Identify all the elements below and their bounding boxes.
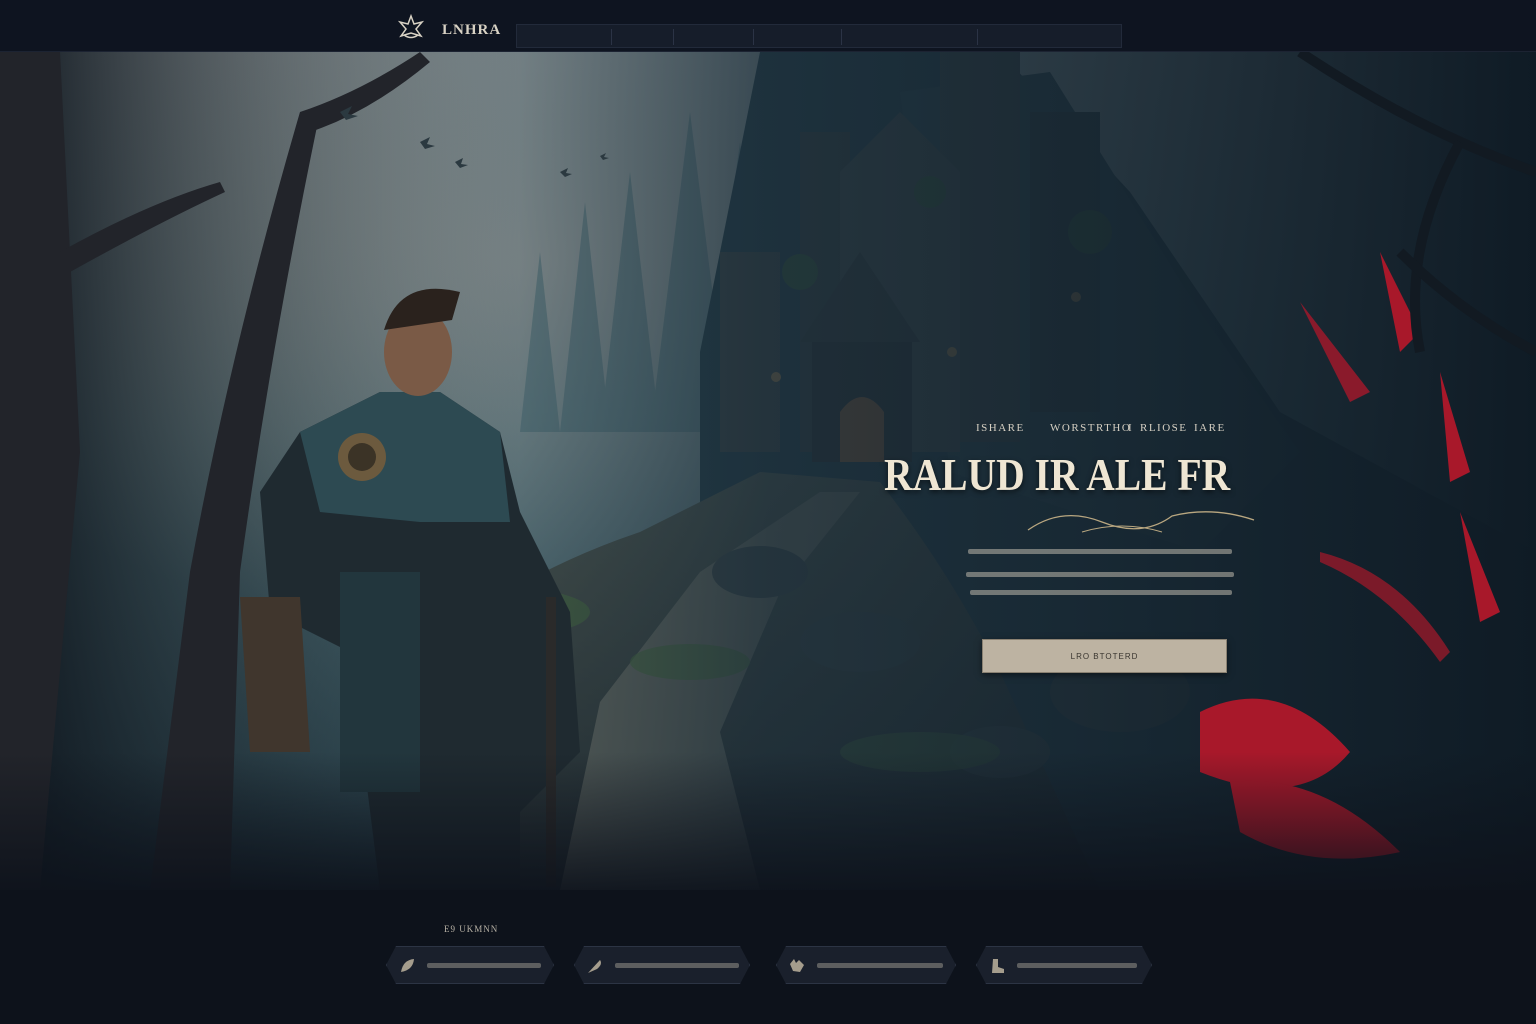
nav-item-4[interactable] xyxy=(763,27,833,47)
tagline-word: RLIOSE xyxy=(1140,422,1188,434)
feature-text xyxy=(615,963,739,968)
wolf-icon xyxy=(787,956,807,976)
tagline-word: ISHARE xyxy=(976,422,1025,434)
nav-item-2[interactable] xyxy=(619,27,669,47)
script-flourish-decoration xyxy=(1027,511,1255,533)
nav-divider xyxy=(611,29,612,45)
tagline-word: IARE xyxy=(1194,422,1226,434)
feature-text xyxy=(1017,963,1137,968)
nav-item-6[interactable] xyxy=(985,27,1035,47)
description-line xyxy=(970,590,1232,595)
description-line xyxy=(966,572,1234,577)
tagline-word: WORSTRTHO xyxy=(1050,422,1132,434)
brand-name[interactable]: LNHRA xyxy=(442,22,501,39)
landing-page: LNHRA ISHARE WORSTRTHO I RLIOSE IARE RAL… xyxy=(0,0,1536,1024)
hero-copy: ISHARE WORSTRTHO I RLIOSE IARE RALUD IR … xyxy=(0,52,1536,890)
tagline-divider: I xyxy=(1128,422,1134,434)
nav-item-1[interactable] xyxy=(527,27,607,47)
leaf-icon xyxy=(397,956,417,976)
nav-divider xyxy=(673,29,674,45)
nav-divider xyxy=(977,29,978,45)
primary-cta-button[interactable]: LRO BTOTERD xyxy=(982,639,1227,673)
nav-item-3[interactable] xyxy=(681,27,741,47)
boot-icon xyxy=(987,956,1007,976)
feature-text xyxy=(817,963,943,968)
features-heading: E9 UKMNN xyxy=(444,924,499,934)
description-line xyxy=(968,549,1232,554)
nav-item-5[interactable] xyxy=(851,27,921,47)
feature-card-3[interactable] xyxy=(776,946,956,984)
top-navigation-bar: LNHRA xyxy=(0,0,1536,52)
hero-title: RALUD IR ALE FR xyxy=(884,449,1231,500)
main-menu xyxy=(516,24,1122,48)
feature-card-1[interactable] xyxy=(386,946,554,984)
feature-card-2[interactable] xyxy=(574,946,750,984)
feature-card-4[interactable] xyxy=(976,946,1152,984)
crest-logo-icon[interactable] xyxy=(396,14,426,40)
hero-banner: ISHARE WORSTRTHO I RLIOSE IARE RALUD IR … xyxy=(0,52,1536,890)
nav-divider xyxy=(753,29,754,45)
feature-text xyxy=(427,963,541,968)
feather-icon xyxy=(585,956,605,976)
hero-tagline: ISHARE WORSTRTHO I RLIOSE IARE xyxy=(970,420,1260,440)
nav-divider xyxy=(841,29,842,45)
